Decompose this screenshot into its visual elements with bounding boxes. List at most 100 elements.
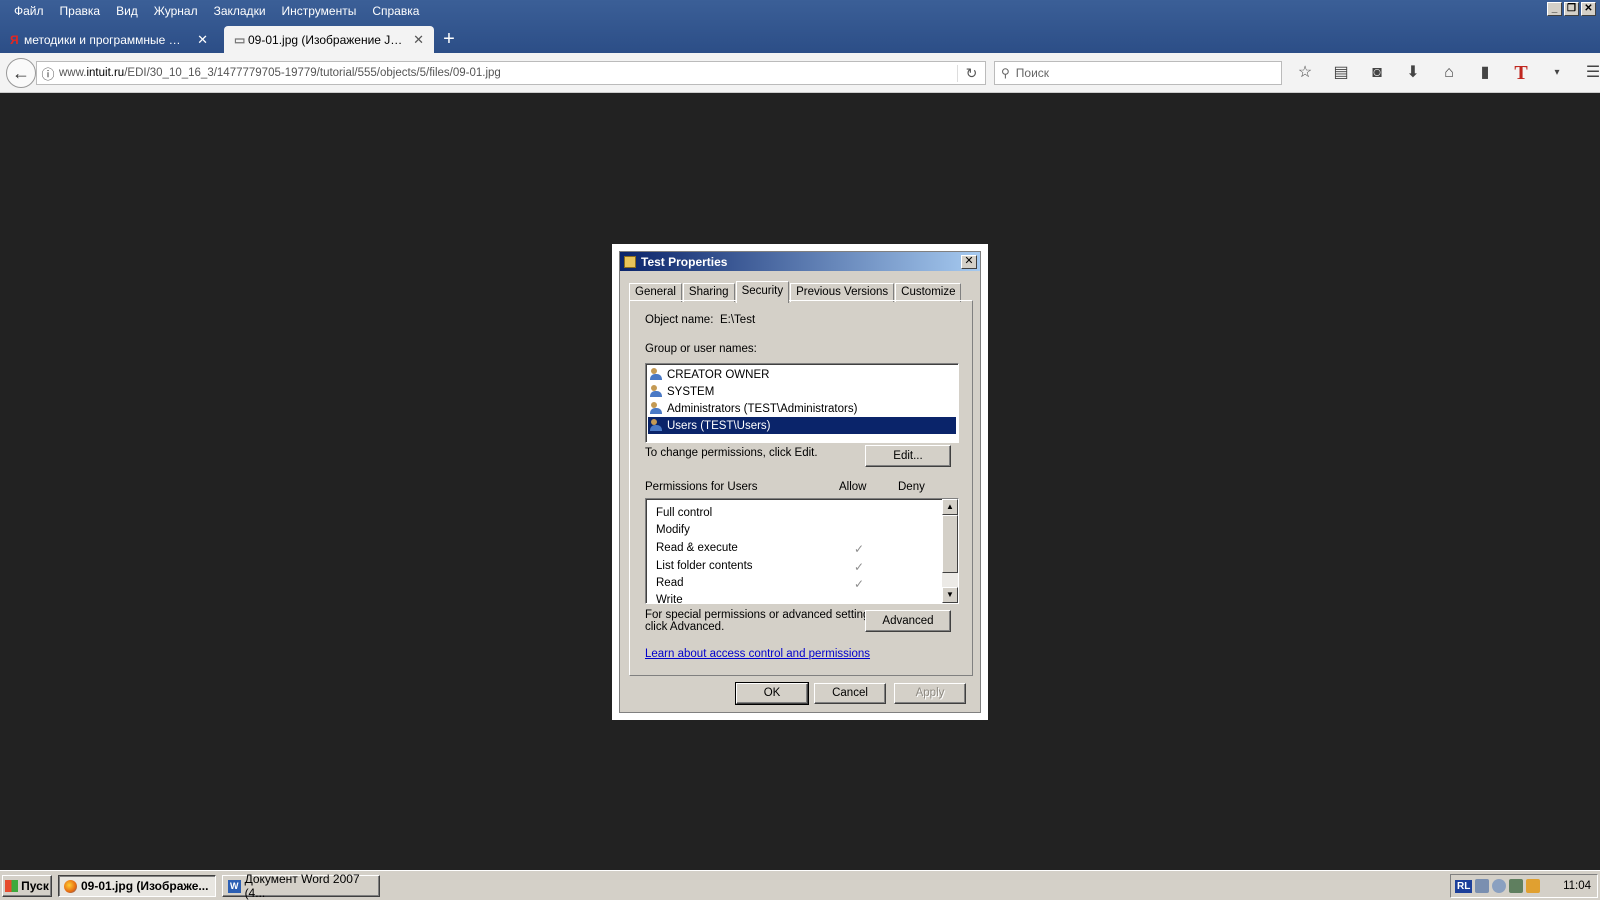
firefox-icon xyxy=(64,879,77,893)
translate-icon[interactable]: T xyxy=(1508,61,1534,85)
change-permissions-text: To change permissions, click Edit. xyxy=(645,447,818,459)
list-item[interactable]: SYSTEM xyxy=(648,383,956,400)
home-icon[interactable]: ⌂ xyxy=(1436,61,1462,85)
properties-dialog: Test Properties ✕ General Sharing Securi… xyxy=(619,251,981,713)
tab-close-icon[interactable]: ✕ xyxy=(197,32,208,48)
deny-header: Deny xyxy=(898,481,925,493)
info-icon[interactable]: ⓘ xyxy=(37,64,59,83)
window-controls: _ ❐ ✕ xyxy=(1547,2,1596,16)
update-icon[interactable] xyxy=(1526,879,1541,893)
taskbar: Пуск 09-01.jpg (Изображе... W Документ W… xyxy=(0,870,1600,900)
dialog-titlebar: Test Properties xyxy=(620,252,980,271)
reload-icon[interactable]: ↻ xyxy=(957,64,985,82)
tab-security[interactable]: Security xyxy=(735,281,790,303)
permission-row: Read & execute ✓ xyxy=(656,542,865,556)
url-bar[interactable]: ⓘ www.intuit.ru/EDI/30_10_16_3/147777970… xyxy=(36,61,986,85)
cancel-button[interactable]: Cancel xyxy=(814,683,886,704)
pocket-icon[interactable]: ◙ xyxy=(1364,61,1390,85)
permission-row: Modify xyxy=(656,524,690,536)
edit-button[interactable]: Edit... xyxy=(865,445,951,467)
image-frame: Test Properties ✕ General Sharing Securi… xyxy=(612,244,988,720)
special-permissions-text-2: click Advanced. xyxy=(645,621,725,633)
menu-tools[interactable]: Инструменты xyxy=(274,4,365,18)
search-placeholder: Поиск xyxy=(1015,66,1050,80)
permissions-scrollbar[interactable]: ▲ ▼ xyxy=(942,499,958,603)
menu-view[interactable]: Вид xyxy=(108,4,146,18)
permission-row: List folder contents ✓ xyxy=(656,560,865,574)
hamburger-menu-icon[interactable]: ☰ xyxy=(1580,61,1600,85)
user-list[interactable]: CREATOR OWNER SYSTEM Administrators (TES… xyxy=(645,363,959,443)
check-icon: ✓ xyxy=(854,560,865,574)
advanced-button[interactable]: Advanced xyxy=(865,610,951,632)
tab-yandex[interactable]: Я методики и программные пр... ✕ xyxy=(0,26,218,53)
user-group-icon xyxy=(650,368,664,381)
list-item[interactable]: CREATOR OWNER xyxy=(648,366,956,383)
word-icon: W xyxy=(228,879,241,893)
start-button[interactable]: Пуск xyxy=(2,875,52,897)
toolbar: ☆ ▤ ◙ ⬇ ⌂ ▮ T ▾ ☰ xyxy=(1292,61,1600,85)
new-tab-button[interactable]: + xyxy=(434,26,464,53)
list-item[interactable]: Administrators (TEST\Administrators) xyxy=(648,400,956,417)
scroll-down-icon[interactable]: ▼ xyxy=(942,587,958,603)
security-icon[interactable] xyxy=(1492,879,1507,893)
permission-row: Full control xyxy=(656,507,713,519)
library-icon[interactable]: ▮ xyxy=(1472,61,1498,85)
clock: 11:04 xyxy=(1563,880,1591,892)
folder-icon xyxy=(624,255,636,268)
reading-list-icon[interactable]: ▤ xyxy=(1328,61,1354,85)
menu-history[interactable]: Журнал xyxy=(146,4,206,18)
search-icon: ⚲ xyxy=(1001,66,1010,80)
taskbar-firefox[interactable]: 09-01.jpg (Изображе... xyxy=(58,875,216,897)
menu-file[interactable]: Файл xyxy=(6,4,52,18)
dialog-title: Test Properties xyxy=(641,254,728,269)
user-group-icon xyxy=(650,419,664,432)
apply-button[interactable]: Apply xyxy=(894,683,966,704)
language-indicator[interactable]: RL xyxy=(1455,879,1473,893)
tab-image[interactable]: ▭ 09-01.jpg (Изображение JPE... ✕ xyxy=(224,26,434,53)
search-input[interactable]: ⚲ Поиск xyxy=(994,61,1282,85)
scroll-thumb[interactable] xyxy=(942,515,958,573)
dropdown-icon[interactable]: ▾ xyxy=(1544,61,1570,85)
download-icon[interactable]: ⬇ xyxy=(1400,61,1426,85)
url-text[interactable]: www.intuit.ru/EDI/30_10_16_3/1477779705-… xyxy=(59,67,957,79)
permission-row: Write xyxy=(656,594,683,604)
ok-button[interactable]: OK xyxy=(735,682,809,705)
user-group-icon xyxy=(650,402,664,415)
minimize-button[interactable]: _ xyxy=(1547,2,1562,16)
tab-close-icon[interactable]: ✕ xyxy=(413,32,424,48)
system-tray: RL 11:04 xyxy=(1450,874,1598,898)
group-label: Group or user names: xyxy=(645,343,757,355)
allow-header: Allow xyxy=(839,481,867,493)
image-icon: ▭ xyxy=(234,32,246,47)
menu-bar: Файл Правка Вид Журнал Закладки Инструме… xyxy=(0,0,427,22)
restore-button[interactable]: ❐ xyxy=(1564,2,1579,16)
tray-app-icon[interactable] xyxy=(1509,879,1524,893)
list-item-selected[interactable]: Users (TEST\Users) xyxy=(648,417,956,434)
tab-label: методики и программные пр... xyxy=(24,32,184,47)
bookmark-star-icon[interactable]: ☆ xyxy=(1292,61,1318,85)
learn-more-link[interactable]: Learn about access control and permissio… xyxy=(645,648,870,660)
network-icon[interactable] xyxy=(1475,879,1490,893)
menu-edit[interactable]: Правка xyxy=(52,4,109,18)
tab-strip: Я методики и программные пр... ✕ ▭ 09-01… xyxy=(0,25,464,53)
scroll-up-icon[interactable]: ▲ xyxy=(942,499,958,515)
dialog-close-button[interactable]: ✕ xyxy=(961,255,977,269)
navigation-bar: ← ⓘ www.intuit.ru/EDI/30_10_16_3/1477779… xyxy=(0,53,1600,93)
menu-help[interactable]: Справка xyxy=(364,4,427,18)
tab-label: 09-01.jpg (Изображение JPE... xyxy=(248,32,408,47)
dialog-tabs: General Sharing Security Previous Versio… xyxy=(629,280,962,303)
permissions-list[interactable]: Full control Modify Read & execute ✓ List… xyxy=(645,498,959,604)
browser-titlebar: Файл Правка Вид Журнал Закладки Инструме… xyxy=(0,0,1600,53)
user-group-icon xyxy=(650,385,664,398)
taskbar-word[interactable]: W Документ Word 2007 (4... xyxy=(222,872,380,900)
special-permissions-text: For special permissions or advanced sett… xyxy=(645,609,879,621)
menu-bookmarks[interactable]: Закладки xyxy=(206,4,274,18)
object-name-value: E:\Test xyxy=(720,314,756,326)
security-panel: Object name: E:\Test Group or user names… xyxy=(629,300,973,676)
object-name-label: Object name: xyxy=(645,314,714,326)
windows-logo-icon xyxy=(5,880,19,892)
yandex-icon: Я xyxy=(10,32,19,47)
back-button[interactable]: ← xyxy=(6,58,36,88)
close-window-button[interactable]: ✕ xyxy=(1581,2,1596,16)
check-icon: ✓ xyxy=(854,577,865,591)
